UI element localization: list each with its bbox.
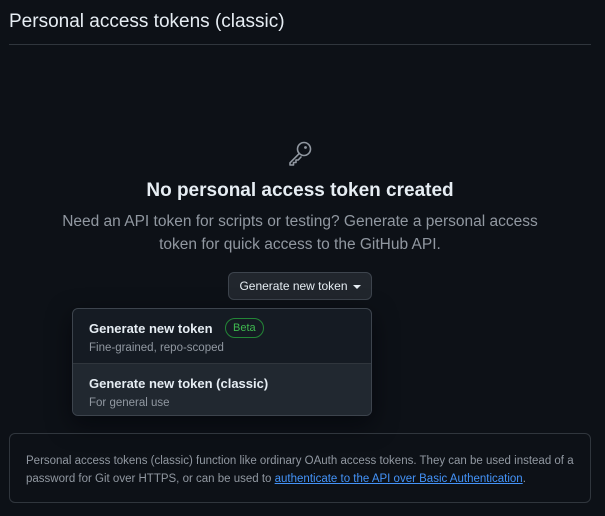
menu-item-subtitle: Fine-grained, repo-scoped — [89, 342, 224, 354]
blankslate-title: No personal access token created — [146, 180, 454, 201]
caret-down-icon — [352, 284, 361, 289]
menu-item-fine-grained-token[interactable]: Generate new token Beta Fine-grained, re… — [73, 309, 371, 363]
beta-badge: Beta — [225, 318, 264, 338]
menu-item-classic-token[interactable]: Generate new token (classic) For general… — [73, 363, 371, 415]
generate-new-token-button[interactable]: Generate new token — [228, 272, 372, 300]
page: Personal access tokens (classic) No pers… — [0, 0, 605, 516]
menu-item-subtitle: For general use — [89, 397, 170, 409]
generate-new-token-label: Generate new token — [239, 279, 348, 293]
generate-token-menu: Generate new token Beta Fine-grained, re… — [72, 308, 372, 416]
page-header: Personal access tokens (classic) — [9, 0, 591, 45]
info-note-suffix: . — [522, 473, 526, 485]
page-title: Personal access tokens (classic) — [9, 11, 285, 32]
blankslate-description: Need an API token for scripts or testing… — [62, 213, 538, 253]
menu-item-title: Generate new token (classic) — [89, 376, 269, 391]
info-note-text: Personal access tokens (classic) functio… — [26, 452, 578, 488]
basic-auth-link[interactable]: authenticate to the API over Basic Authe… — [275, 473, 523, 485]
info-note: Personal access tokens (classic) functio… — [9, 433, 591, 503]
key-icon — [286, 139, 314, 167]
menu-item-title: Generate new token — [89, 321, 213, 336]
